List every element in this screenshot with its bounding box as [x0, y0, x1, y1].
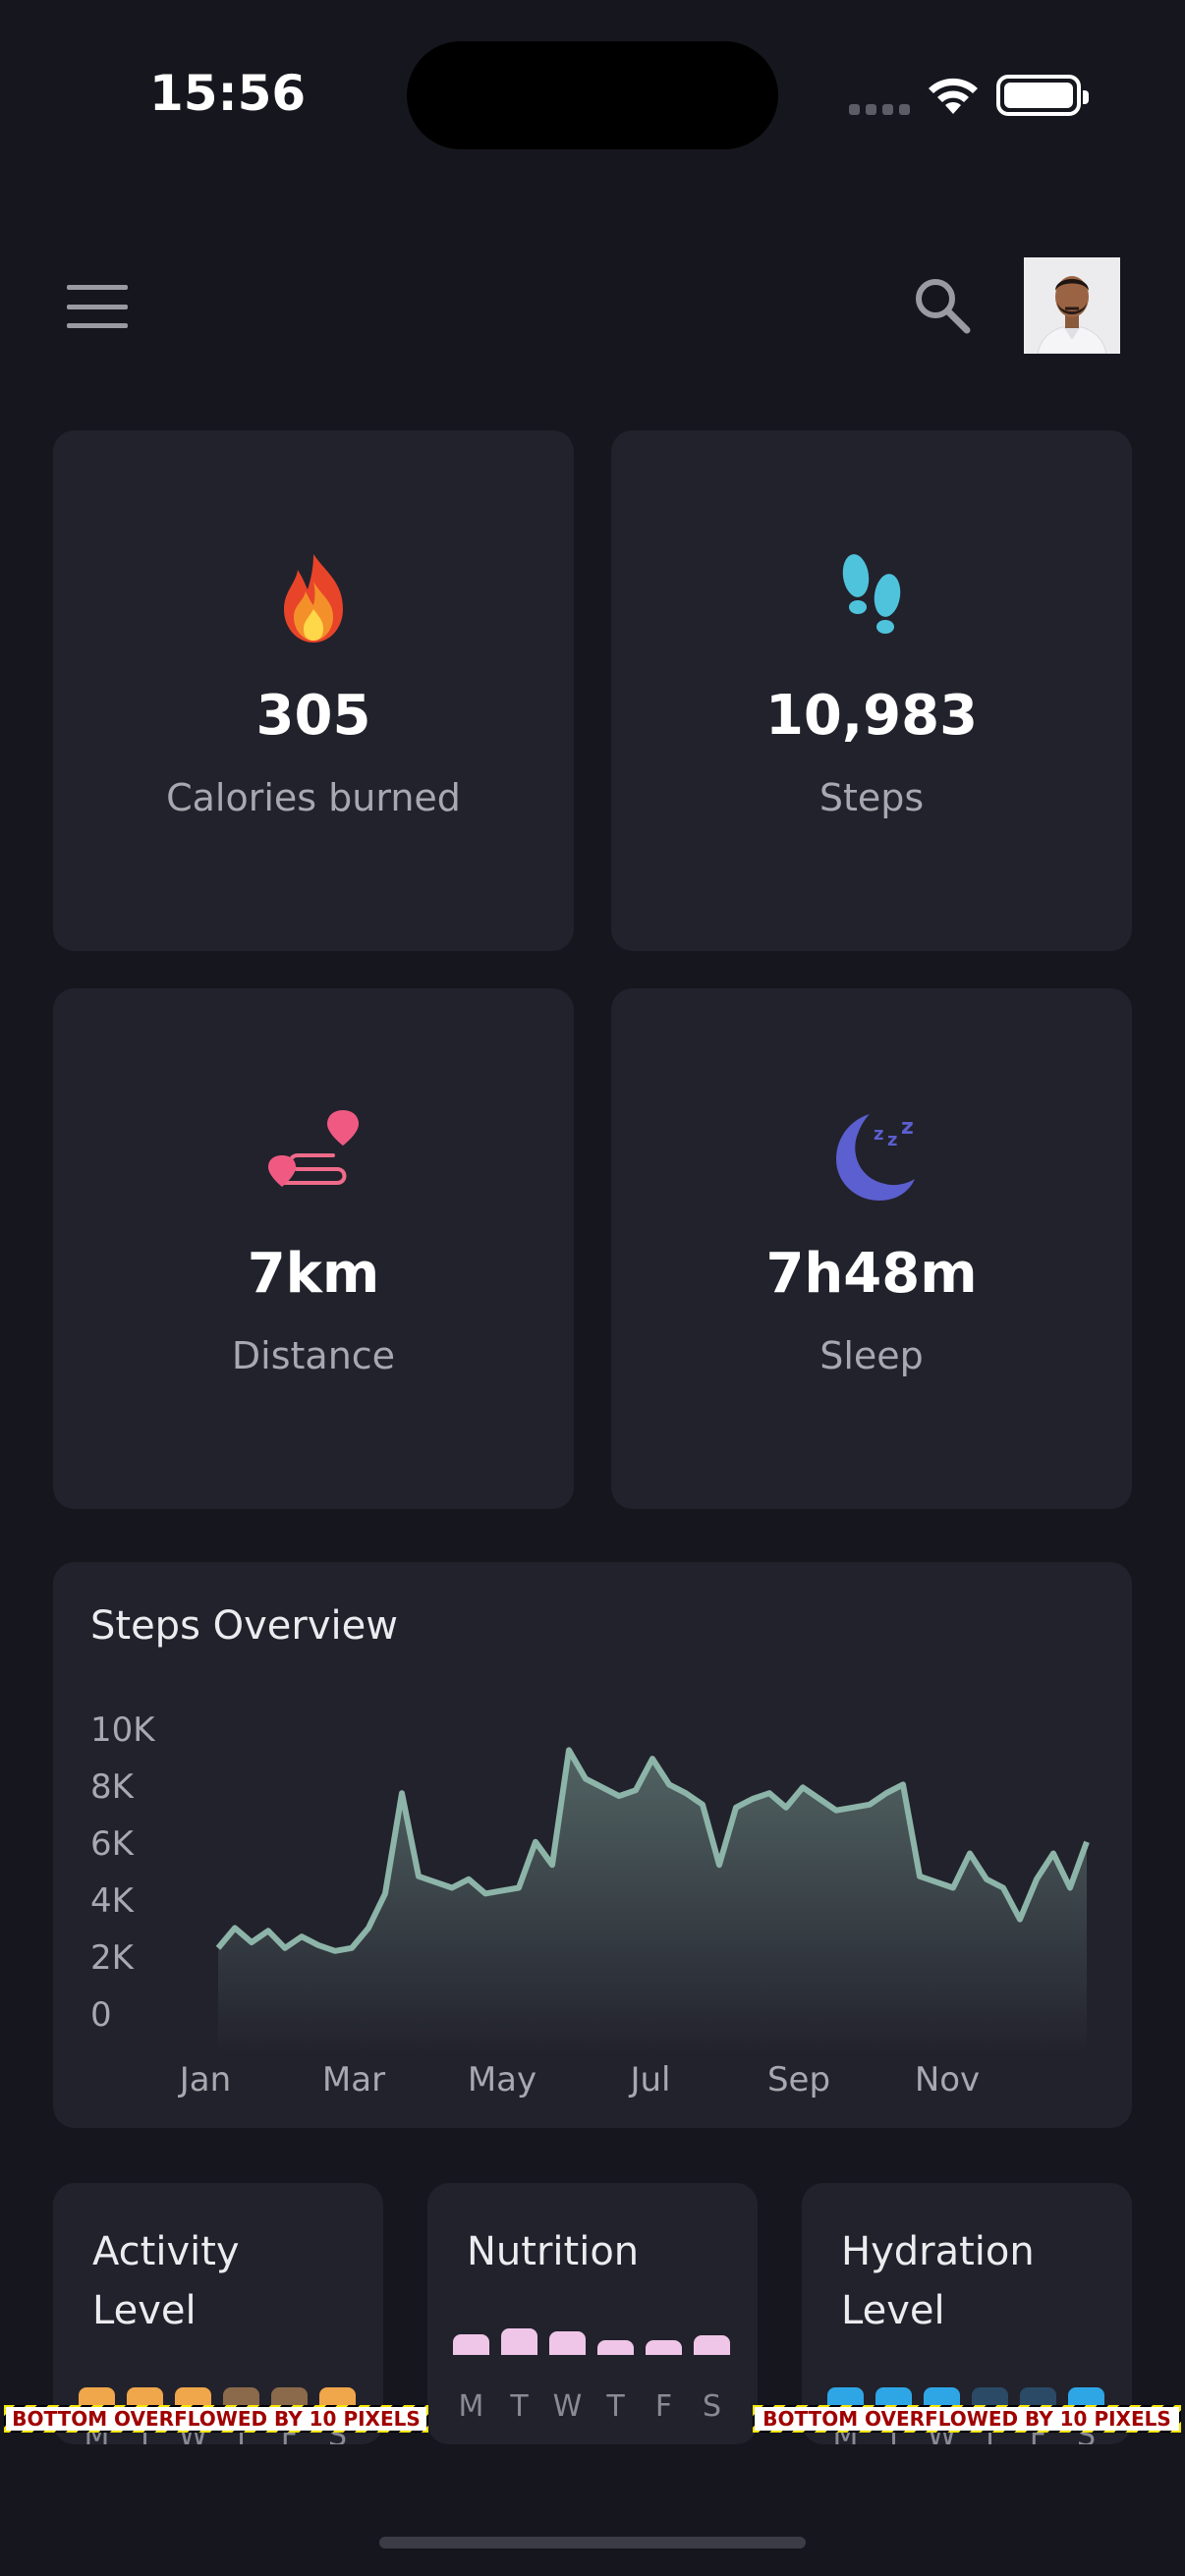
- cellular-signal-icon: [849, 104, 910, 115]
- day-bar: [597, 2340, 634, 2355]
- day-bar: [646, 2340, 682, 2355]
- x-tick-label: Jan: [178, 2060, 231, 2100]
- nutrition-bars: [453, 2328, 730, 2355]
- y-tick-label: 2K: [90, 1938, 136, 1978]
- overflow-warning-text: BOTTOM OVERFLOWED BY 10 PIXELS: [6, 2407, 426, 2431]
- calories-card[interactable]: 305 Calories burned: [53, 430, 574, 951]
- y-tick-label: 6K: [90, 1824, 136, 1864]
- sleep-card[interactable]: z z z 7h48m Sleep: [611, 988, 1132, 1509]
- steps-line-chart: 10K 8K 6K 4K 2K 0 Jan Mar May Jul Sep Nov: [90, 1710, 1090, 2100]
- hamburger-menu-icon[interactable]: [67, 285, 128, 328]
- distance-value: 7km: [247, 1242, 380, 1306]
- calories-label: Calories burned: [166, 776, 461, 819]
- footsteps-icon: [842, 554, 901, 634]
- nutrition-card[interactable]: Nutrition MTWTFS: [427, 2183, 758, 2444]
- battery-icon: [996, 75, 1089, 116]
- moon-sleep-icon: z z z: [836, 1114, 915, 1201]
- overflow-warning-text: BOTTOM OVERFLOWED BY 10 PIXELS: [755, 2407, 1179, 2431]
- steps-label: Steps: [818, 776, 925, 819]
- home-indicator[interactable]: [379, 2537, 806, 2548]
- day-label: T: [606, 2389, 625, 2424]
- fire-icon: [284, 554, 343, 643]
- status-bar: 15:56: [0, 0, 1185, 196]
- day-bar: [549, 2331, 586, 2355]
- day-bar: [453, 2334, 489, 2355]
- dynamic-island: [407, 41, 778, 149]
- x-tick-label: Mar: [322, 2060, 385, 2100]
- steps-area: [218, 1750, 1087, 2053]
- avatar[interactable]: [1024, 257, 1120, 354]
- svg-text:z: z: [901, 1115, 914, 1140]
- status-time: 15:56: [149, 65, 307, 122]
- y-tick-label: 10K: [90, 1710, 156, 1750]
- day-label: S: [702, 2389, 722, 2424]
- x-tick-label: Nov: [915, 2060, 980, 2100]
- day-label: M: [458, 2389, 484, 2424]
- wifi-icon: [929, 78, 978, 114]
- x-tick-label: May: [468, 2060, 536, 2100]
- steps-card[interactable]: 10,983 Steps: [611, 430, 1132, 951]
- day-bar: [694, 2335, 730, 2355]
- overflow-warning-hydration: BOTTOM OVERFLOWED BY 10 PIXELS: [753, 2405, 1181, 2433]
- nutrition-days: MTWTFS: [453, 2389, 730, 2424]
- day-label: F: [654, 2389, 673, 2424]
- distance-card[interactable]: 7km Distance: [53, 988, 574, 1509]
- nutrition-title: Nutrition: [467, 2229, 640, 2274]
- search-icon[interactable]: [910, 273, 973, 336]
- y-tick-label: 4K: [90, 1881, 136, 1921]
- hydration-level-title: Hydration Level: [841, 2229, 1035, 2333]
- steps-value: 10,983: [764, 684, 979, 748]
- day-label: T: [510, 2389, 529, 2424]
- svg-text:z: z: [887, 1130, 897, 1150]
- route-icon: [268, 1110, 359, 1187]
- x-tick-label: Jul: [628, 2060, 670, 2100]
- y-tick-label: 8K: [90, 1767, 136, 1807]
- calories-value: 305: [255, 684, 371, 748]
- day-bar: [501, 2328, 537, 2355]
- day-label: W: [552, 2389, 583, 2424]
- y-tick-label: 0: [90, 1995, 112, 2035]
- steps-overview-card: Steps Overview 10K 8K 6K 4K 2K 0 Jan Mar May Jul…: [53, 1562, 1132, 2128]
- sleep-value: 7h48m: [765, 1242, 978, 1306]
- app-bar: [0, 246, 1185, 364]
- sleep-label: Sleep: [819, 1334, 924, 1377]
- x-tick-label: Sep: [767, 2060, 830, 2100]
- overflow-warning-activity: BOTTOM OVERFLOWED BY 10 PIXELS: [4, 2405, 428, 2433]
- distance-label: Distance: [231, 1334, 396, 1377]
- activity-level-title: Activity Level: [92, 2229, 240, 2333]
- svg-text:z: z: [874, 1124, 883, 1145]
